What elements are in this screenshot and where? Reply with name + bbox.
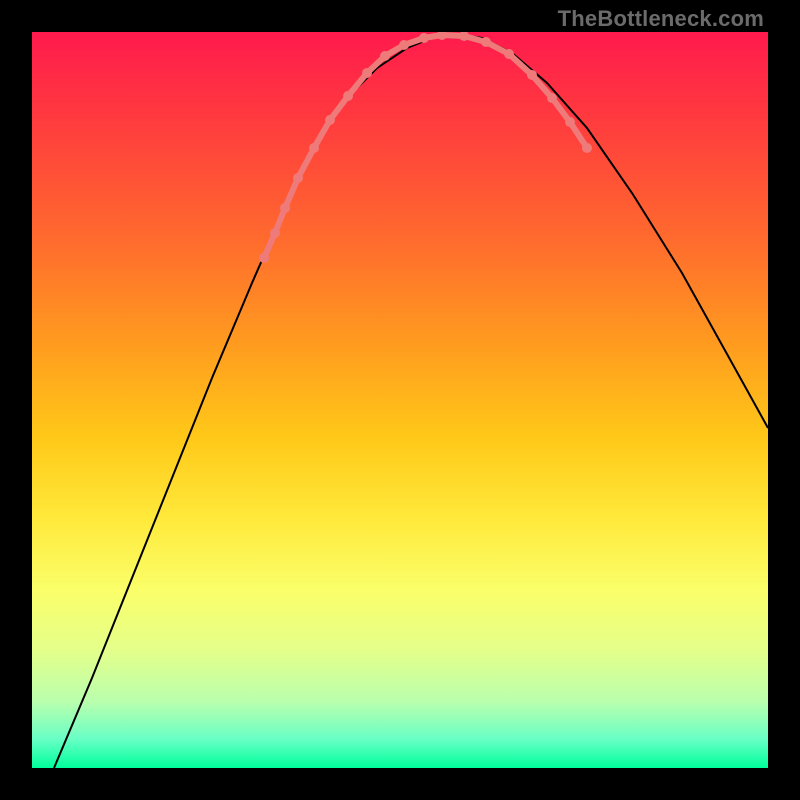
chart-frame: TheBottleneck.com xyxy=(0,0,800,800)
watermark-text: TheBottleneck.com xyxy=(558,6,764,32)
plot-area xyxy=(32,32,768,768)
bottleneck-curve-line xyxy=(54,34,768,768)
highlight-markers xyxy=(259,32,592,263)
marker-segment xyxy=(298,148,314,178)
marker-dot xyxy=(582,143,592,153)
bottleneck-curve-svg xyxy=(32,32,768,768)
